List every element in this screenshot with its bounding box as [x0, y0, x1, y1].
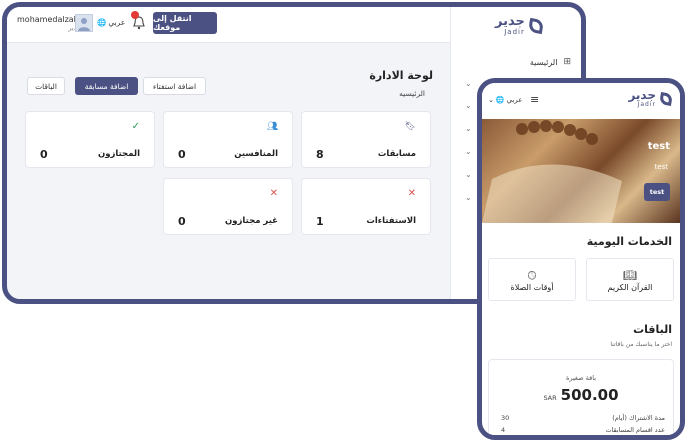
stat-card-competitors[interactable]: 👥︎ المنافسين 0 — [163, 111, 293, 168]
visit-site-button[interactable]: انتقل إلى موقعك — [153, 12, 217, 34]
stat-value: 0 — [178, 215, 186, 228]
logo-mark-icon — [527, 17, 544, 34]
book-icon: 📖︎ — [623, 269, 637, 282]
stat-card-competitions[interactable]: 🔖︎ مسابقات 8 — [301, 111, 431, 168]
packages-subtitle: اختر ما يناسبك من باقاتنا — [610, 341, 672, 348]
logo-mark-icon — [659, 91, 673, 106]
stat-card-polls[interactable]: ✕ الاستفتاءات 1 — [301, 178, 431, 235]
chevron-down-icon[interactable]: ⌄ — [465, 193, 472, 202]
user-name: mohamedalzaki — [17, 15, 81, 24]
chevron-down-icon[interactable]: ⌄ — [465, 79, 472, 88]
service-card-prayer-times[interactable]: 🕓︎ أوقات الصلاة — [488, 258, 576, 301]
package-price-row: SAR 500.00 — [489, 386, 673, 404]
service-label: القرآن الكريم — [607, 283, 653, 292]
brand-name-en: Jadir — [504, 28, 525, 36]
hero-button[interactable]: test — [644, 183, 670, 201]
chevron-down-icon[interactable]: ⌄ — [465, 124, 472, 133]
stat-label: المجتازون — [97, 149, 140, 159]
brand-name-en: Jadir — [637, 101, 656, 108]
package-price: 500.00 — [560, 386, 619, 404]
stat-value: 0 — [40, 148, 48, 161]
package-currency: SAR — [543, 394, 557, 402]
stat-card-failed[interactable]: ✕ غير مجتازون 0 — [163, 178, 293, 235]
stat-value: 0 — [178, 148, 186, 161]
user-info[interactable]: mohamedalzaki مدير — [17, 15, 81, 32]
globe-icon: 🌐 — [97, 18, 107, 27]
add-poll-button[interactable]: اضافة استفتاء — [143, 77, 206, 95]
daily-services-title: الخدمات اليومية — [586, 235, 672, 248]
mobile-screen: جدير Jadir ≡ ⌄ 🌐 عربي test test test الخ… — [477, 78, 685, 440]
packages-button[interactable]: الباقات — [27, 77, 65, 95]
language-label: عربي — [108, 18, 126, 27]
hero-subtitle: test — [654, 163, 668, 171]
clock-icon: 🕓︎ — [527, 269, 537, 282]
stat-label: غير مجتازون — [224, 216, 278, 226]
stat-value: 1 — [316, 215, 324, 228]
user-role: مدير — [17, 24, 80, 32]
page-title: لوحة الادارة — [369, 69, 433, 82]
language-label: عربي — [506, 96, 523, 104]
brand-name-ar: جدير — [628, 88, 656, 102]
chevron-down-icon[interactable]: ⌄ — [465, 170, 472, 179]
stat-label: الاستفتاءات — [366, 216, 416, 226]
package-row: 30 مدة الاشتراك (أيام) — [501, 414, 665, 422]
menu-icon[interactable]: ≡ — [530, 93, 539, 106]
package-name: باقة صغيرة — [565, 374, 597, 382]
grid-icon: ⊞ — [563, 57, 571, 67]
globe-icon: 🌐 — [495, 96, 505, 104]
package-row-label: مدة الاشتراك (أيام) — [612, 414, 665, 422]
package-row-value: 4 — [501, 426, 506, 434]
notification-badge — [131, 11, 139, 19]
sidebar-item-home[interactable]: ⊞ الرئيسية — [530, 57, 571, 67]
package-row: 4 عدد اقسام المسابقات — [501, 426, 665, 434]
packages-title: الباقات — [633, 323, 672, 336]
check-circle-icon: ✓ — [131, 121, 140, 132]
hero-banner: test test test — [482, 119, 680, 223]
language-switcher[interactable]: 🌐 عربي — [97, 18, 125, 27]
breadcrumb: الرئيسيه — [399, 89, 425, 98]
service-card-quran[interactable]: 📖︎ القرآن الكريم — [586, 258, 674, 301]
close-icon: ✕ — [269, 188, 278, 199]
users-icon: 👥︎ — [266, 122, 278, 132]
sidebar-item-label: الرئيسية — [529, 57, 558, 67]
bookmark-icon: 🔖︎ — [404, 122, 416, 132]
stat-label: المنافسين — [234, 149, 278, 159]
package-row-value: 30 — [501, 414, 510, 422]
stat-value: 8 — [316, 148, 324, 161]
brand-logo: جدير Jadir — [628, 88, 673, 108]
close-icon: ✕ — [407, 188, 416, 199]
chevron-down-icon[interactable]: ⌄ — [465, 101, 472, 110]
top-bar: mohamedalzaki مدير 🌐 عربي انتقل إلى موقع… — [7, 7, 450, 43]
package-row-label: عدد اقسام المسابقات — [605, 426, 665, 434]
mobile-header: جدير Jadir ≡ ⌄ 🌐 عربي — [482, 83, 680, 119]
stat-card-passed[interactable]: ✓ المجتازون 0 — [25, 111, 155, 168]
chevron-down-icon: ⌄ — [488, 96, 494, 104]
prayer-beads-image — [482, 120, 622, 223]
language-switcher[interactable]: ⌄ 🌐 عربي — [488, 96, 522, 104]
stat-label: مسابقات — [377, 149, 416, 159]
brand-logo: جدير Jadir — [495, 14, 544, 36]
notification-button[interactable] — [131, 11, 147, 31]
service-label: أوقات الصلاة — [510, 283, 554, 292]
avatar[interactable] — [75, 14, 93, 32]
chevron-down-icon[interactable]: ⌄ — [465, 147, 472, 156]
hero-title: test — [647, 141, 670, 152]
add-competition-button[interactable]: اضافة مسابقة — [75, 77, 138, 95]
package-card[interactable]: باقة صغيرة SAR 500.00 30 مدة الاشتراك (أ… — [488, 359, 674, 435]
brand-name-ar: جدير — [495, 14, 525, 29]
